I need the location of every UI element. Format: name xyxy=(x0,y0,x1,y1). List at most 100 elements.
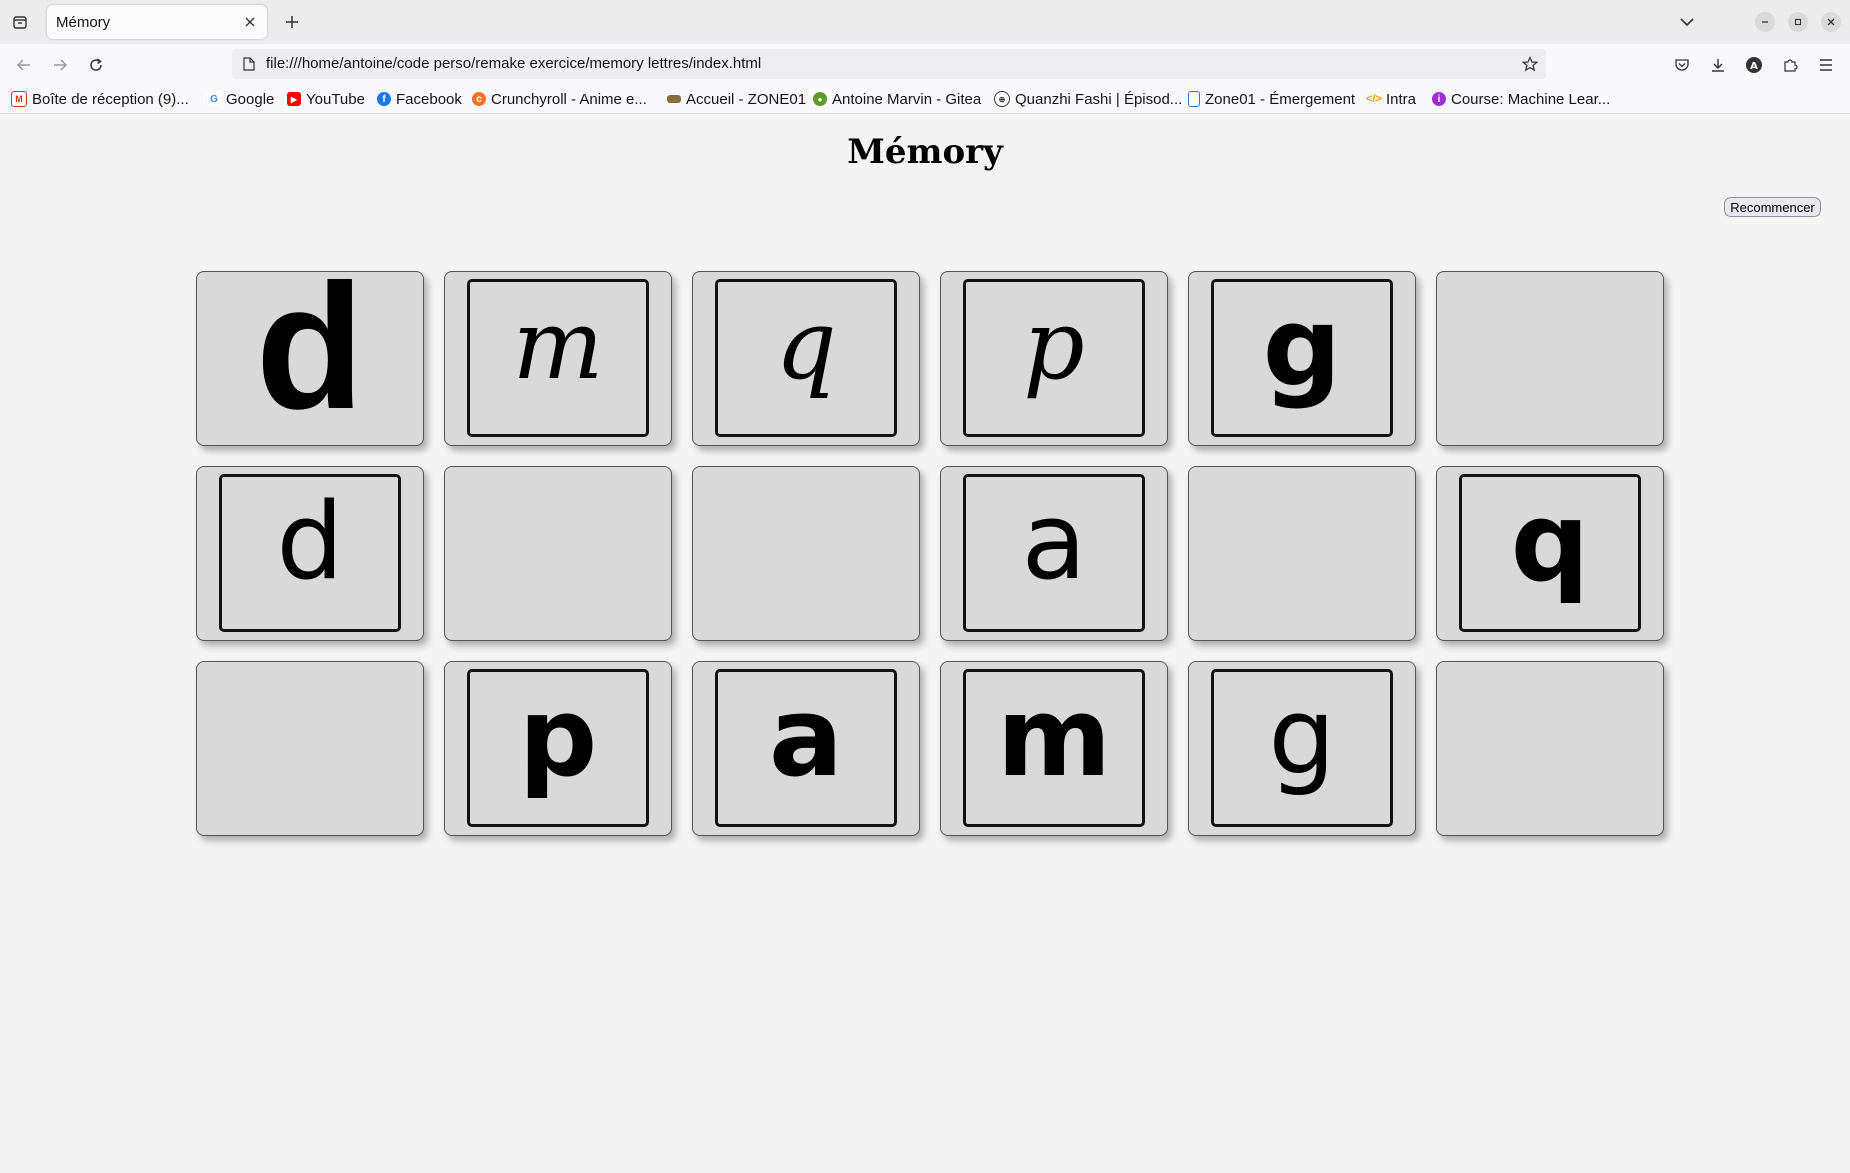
url-text: file:///home/antoine/code perso/remake e… xyxy=(266,55,762,72)
minimize-icon[interactable] xyxy=(1755,12,1775,32)
card-frame: g xyxy=(1211,279,1393,437)
memory-card-hidden[interactable] xyxy=(444,466,672,641)
bookmark-label: Google xyxy=(226,90,275,108)
bookmark-label: Crunchyroll - Anime e... xyxy=(491,90,647,108)
memory-card-revealed[interactable]: g xyxy=(1188,661,1416,836)
forward-arrow-icon[interactable] xyxy=(48,53,72,77)
card-letter: q xyxy=(775,289,837,401)
bookmark-label: Boîte de réception (9)... xyxy=(32,90,189,108)
card-frame: p xyxy=(963,279,1145,437)
card-frame: g xyxy=(1211,669,1393,827)
bookmark-label: Facebook xyxy=(396,90,462,108)
bookmark-label: Antoine Marvin - Gitea xyxy=(832,90,982,108)
bookmark-label: Intra xyxy=(1386,90,1417,108)
bookmark-label: Accueil - ZONE01 xyxy=(686,90,807,108)
bookmark-quanzhi[interactable]: ⊕ Quanzhi Fashi | Épisod... xyxy=(994,89,1182,109)
extensions-icon[interactable] xyxy=(1778,53,1802,77)
restart-button[interactable]: Recommencer xyxy=(1724,197,1821,217)
facebook-icon: f xyxy=(377,92,391,106)
menu-icon[interactable] xyxy=(1814,53,1838,77)
navigation-bar: file:///home/antoine/code perso/remake e… xyxy=(0,44,1850,85)
card-letter: d xyxy=(255,247,365,446)
memory-card-hidden[interactable] xyxy=(692,466,920,641)
bookmark-zone01-emargement[interactable]: Zone01 - Émergement xyxy=(1188,89,1355,109)
download-icon[interactable] xyxy=(1706,53,1730,77)
card-letter: d xyxy=(276,480,344,603)
page-icon xyxy=(240,55,258,73)
tab-title: Mémory xyxy=(56,14,111,31)
card-frame: q xyxy=(1459,474,1641,632)
memory-card-revealed[interactable]: a xyxy=(692,661,920,836)
bookmark-label: Quanzhi Fashi | Épisod... xyxy=(1015,90,1183,108)
account-avatar-icon[interactable]: A xyxy=(1742,53,1766,77)
page-title: Mémory xyxy=(847,132,1003,172)
document-icon xyxy=(1188,91,1200,107)
tab-memory[interactable]: Mémory xyxy=(47,5,267,39)
memory-card-revealed[interactable]: q xyxy=(1436,466,1664,641)
google-icon: G xyxy=(207,92,221,106)
reload-icon[interactable] xyxy=(84,53,108,77)
tab-bar: Mémory xyxy=(0,0,1850,44)
card-frame: a xyxy=(963,474,1145,632)
code-icon: </> xyxy=(1366,93,1382,105)
memory-card-revealed[interactable]: g xyxy=(1188,271,1416,446)
bookmark-label: Course: Machine Lear... xyxy=(1451,90,1611,108)
bookmark-youtube[interactable]: ▶ YouTube xyxy=(287,89,365,109)
close-icon[interactable] xyxy=(241,13,259,31)
bookmark-gitea[interactable]: ● Antoine Marvin - Gitea xyxy=(813,89,981,109)
course-icon: i xyxy=(1432,92,1446,106)
memory-card-revealed[interactable]: a xyxy=(940,466,1168,641)
card-letter: m xyxy=(996,673,1112,801)
url-bar[interactable]: file:///home/antoine/code perso/remake e… xyxy=(232,49,1546,79)
chevron-down-icon[interactable] xyxy=(1676,11,1698,33)
bookmark-gmail[interactable]: M Boîte de réception (9)... xyxy=(11,89,189,109)
memory-card-revealed[interactable]: d xyxy=(196,258,424,446)
memory-card-revealed[interactable]: q xyxy=(692,271,920,446)
card-letter: p xyxy=(1023,289,1085,401)
memory-card-revealed[interactable]: p xyxy=(444,661,672,836)
bookmark-intra[interactable]: </> Intra xyxy=(1366,89,1417,109)
bookmark-google[interactable]: G Google xyxy=(207,89,274,109)
card-frame: m xyxy=(467,279,649,437)
crunchyroll-icon: c xyxy=(472,92,486,106)
memory-card-revealed[interactable]: m xyxy=(940,661,1168,836)
card-frame: p xyxy=(467,669,649,827)
svg-text:A: A xyxy=(1750,61,1758,72)
bookmark-facebook[interactable]: f Facebook xyxy=(377,89,462,109)
tab-overview-icon[interactable] xyxy=(8,10,32,34)
memory-card-hidden[interactable] xyxy=(196,661,424,836)
zone01-icon xyxy=(667,95,681,103)
memory-card-revealed[interactable]: m xyxy=(444,271,672,446)
memory-card-hidden[interactable] xyxy=(1436,271,1664,446)
pocket-icon[interactable] xyxy=(1670,53,1694,77)
bookmark-crunchyroll[interactable]: c Crunchyroll - Anime e... xyxy=(472,89,647,109)
globe-icon: ⊕ xyxy=(994,91,1010,107)
bookmark-star-icon[interactable] xyxy=(1520,54,1540,74)
bookmark-course[interactable]: i Course: Machine Lear... xyxy=(1432,89,1610,109)
memory-card-revealed[interactable]: d xyxy=(196,466,424,641)
card-frame: a xyxy=(715,669,897,827)
memory-card-revealed[interactable]: p xyxy=(940,271,1168,446)
bookmark-label: YouTube xyxy=(306,90,365,108)
card-frame: d xyxy=(219,474,401,632)
card-letter: m xyxy=(512,289,604,401)
card-frame: m xyxy=(963,669,1145,827)
card-letter: g xyxy=(1268,675,1336,798)
youtube-icon: ▶ xyxy=(287,92,301,106)
card-letter: g xyxy=(1262,283,1342,411)
back-arrow-icon[interactable] xyxy=(12,53,36,77)
window-close-icon[interactable] xyxy=(1821,12,1841,32)
bookmark-zone01[interactable]: Accueil - ZONE01 xyxy=(667,89,806,109)
memory-card-hidden[interactable] xyxy=(1436,661,1664,836)
card-letter: q xyxy=(1510,478,1590,606)
restore-icon[interactable] xyxy=(1788,12,1808,32)
card-frame: q xyxy=(715,279,897,437)
card-letter: p xyxy=(518,673,598,801)
new-tab-icon[interactable] xyxy=(281,11,303,33)
gitea-icon: ● xyxy=(813,92,827,106)
card-letter: a xyxy=(1021,480,1087,603)
bookmark-label: Zone01 - Émergement xyxy=(1205,90,1356,108)
bookmarks-toolbar: M Boîte de réception (9)... G Google ▶ Y… xyxy=(0,85,1850,114)
gmail-icon: M xyxy=(11,91,27,107)
memory-card-hidden[interactable] xyxy=(1188,466,1416,641)
